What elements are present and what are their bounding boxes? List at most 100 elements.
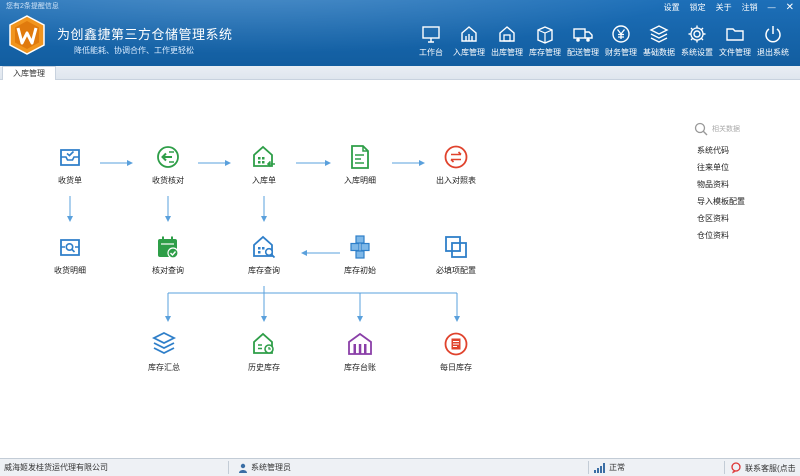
- status-divider: [588, 461, 589, 474]
- tab-bar: 入库管理: [0, 66, 800, 80]
- flow-required-config[interactable]: 必填项配置: [421, 234, 491, 276]
- daily-report-icon: [444, 332, 468, 356]
- monitor-icon: [422, 26, 440, 43]
- flow-label: 库存汇总: [148, 363, 180, 372]
- flow-label: 必填项配置: [436, 266, 476, 275]
- flow-label: 库存台账: [344, 363, 376, 372]
- company-name: 威海姬发桂货运代理有限公司: [4, 463, 108, 472]
- notification-text[interactable]: 您有2条提醒信息: [6, 1, 59, 11]
- logo-icon: [9, 15, 45, 55]
- nav-stock[interactable]: 库存管理: [526, 24, 564, 58]
- nav-label: 文件管理: [719, 48, 751, 57]
- flow-label: 库存查询: [248, 266, 280, 275]
- flow-daily-stock[interactable]: 每日库存: [421, 331, 491, 373]
- nav-label: 配送管理: [567, 48, 599, 57]
- nav-finance[interactable]: 财务管理: [602, 24, 640, 58]
- flow-history-stock[interactable]: 历史库存: [229, 331, 299, 373]
- settings-link[interactable]: 设置: [664, 2, 680, 13]
- flow-receipt[interactable]: 收货单: [35, 144, 105, 186]
- flow-stock-summary[interactable]: 库存汇总: [129, 331, 199, 373]
- flow-receipt-check[interactable]: 收货核对: [133, 144, 203, 186]
- status-company: 威海姬发桂货运代理有限公司: [4, 462, 108, 473]
- nav-workbench[interactable]: 工作台: [412, 24, 450, 58]
- flow-label: 核对查询: [152, 266, 184, 275]
- workflow-area: 收货单 收货核对 入库单 入库明细 出入对照表 收货明细 核对查询 库存查询 库…: [0, 81, 680, 456]
- nav-label: 工作台: [419, 48, 443, 57]
- app-header: 您有2条提醒信息 设置 锁定 关于 注销 — ✕ 为创鑫捷第三方仓储管理系统 降…: [0, 0, 800, 68]
- truck-icon: [573, 28, 593, 42]
- nav-label: 系统设置: [681, 48, 713, 57]
- flow-label: 每日库存: [440, 363, 472, 372]
- search-placeholder: 相关数据: [712, 126, 740, 133]
- side-item-system-code[interactable]: 系统代码: [697, 145, 790, 162]
- flow-label: 入库明细: [344, 176, 376, 185]
- overlap-squares-icon: [445, 236, 467, 258]
- flow-io-compare[interactable]: 出入对照表: [421, 144, 491, 186]
- status-connection: 正常: [594, 462, 625, 473]
- nav-outbound[interactable]: 出库管理: [488, 24, 526, 58]
- flow-label: 历史库存: [248, 363, 280, 372]
- nav-basic-data[interactable]: 基础数据: [640, 24, 678, 58]
- side-item-location-data[interactable]: 仓位资料: [697, 230, 790, 247]
- side-item-partner[interactable]: 往来单位: [697, 162, 790, 179]
- support-icon: [731, 462, 741, 474]
- status-divider: [228, 461, 229, 474]
- flow-check-query[interactable]: 核对查询: [133, 234, 203, 276]
- nav-delivery[interactable]: 配送管理: [564, 24, 602, 58]
- warehouse-clock-icon: [253, 332, 274, 354]
- flow-stock-init[interactable]: 库存初始: [325, 234, 395, 276]
- nav-file-management[interactable]: 文件管理: [716, 24, 754, 58]
- nav-label: 出库管理: [491, 48, 523, 57]
- status-user: 系统管理员: [238, 462, 291, 473]
- check-arrow-icon: [157, 146, 179, 168]
- tab-inbound-management[interactable]: 入库管理: [2, 66, 56, 80]
- stack-layers-icon: [151, 331, 177, 355]
- flow-stock-query[interactable]: 库存查询: [229, 234, 299, 276]
- flow-stock-ledger[interactable]: 库存台账: [325, 331, 395, 373]
- gear-icon: [688, 25, 706, 43]
- minimize-icon[interactable]: —: [768, 3, 776, 12]
- nav-inbound[interactable]: 入库管理: [450, 24, 488, 58]
- about-link[interactable]: 关于: [716, 2, 732, 13]
- nav-label: 基础数据: [643, 48, 675, 57]
- lock-link[interactable]: 锁定: [690, 2, 706, 13]
- outbound-icon: [499, 26, 515, 42]
- boxes-icon: [350, 235, 370, 259]
- search-icon: [694, 122, 708, 136]
- layers-icon: [649, 25, 669, 43]
- app-title: 为创鑫捷第三方仓储管理系统: [57, 27, 233, 42]
- nav-system-settings[interactable]: 系统设置: [678, 24, 716, 58]
- flow-label: 收货核对: [152, 176, 184, 185]
- user-icon: [239, 463, 247, 473]
- related-data-panel: 相关数据 系统代码 往来单位 物品资料 导入模板配置 仓区资料 仓位资料: [690, 122, 790, 247]
- warehouse-search-icon: [253, 235, 276, 259]
- side-item-zone-data[interactable]: 仓区资料: [697, 213, 790, 230]
- support-link[interactable]: 联系客服(点击: [745, 463, 796, 474]
- warehouse-in-icon: [253, 145, 275, 168]
- nav-label: 入库管理: [453, 48, 485, 57]
- flow-inbound-detail[interactable]: 入库明细: [325, 144, 395, 186]
- close-icon[interactable]: ✕: [786, 2, 794, 13]
- flow-inbound-order[interactable]: 入库单: [229, 144, 299, 186]
- app-slogan: 降低能耗、协调合作、工作更轻松: [74, 46, 194, 55]
- related-data-search[interactable]: 相关数据: [694, 122, 790, 136]
- connection-state: 正常: [609, 463, 625, 472]
- logout-link[interactable]: 注销: [742, 2, 758, 13]
- flow-receipt-detail[interactable]: 收货明细: [35, 234, 105, 276]
- flow-label: 收货明细: [54, 266, 86, 275]
- document-icon: [351, 145, 369, 169]
- signal-icon: [594, 462, 605, 473]
- nav-label: 库存管理: [529, 48, 561, 57]
- status-support[interactable]: 联系客服(点击: [730, 462, 796, 474]
- power-icon: [765, 26, 781, 43]
- inbound-icon: [461, 26, 477, 42]
- yen-icon: [612, 25, 630, 43]
- side-item-item-data[interactable]: 物品资料: [697, 179, 790, 196]
- side-item-import-template[interactable]: 导入模板配置: [697, 196, 790, 213]
- nav-label: 财务管理: [605, 48, 637, 57]
- nav-label: 退出系统: [757, 48, 789, 57]
- flow-label: 库存初始: [344, 266, 376, 275]
- current-user: 系统管理员: [251, 463, 291, 472]
- flow-label: 入库单: [252, 176, 276, 185]
- nav-exit[interactable]: 退出系统: [754, 24, 792, 58]
